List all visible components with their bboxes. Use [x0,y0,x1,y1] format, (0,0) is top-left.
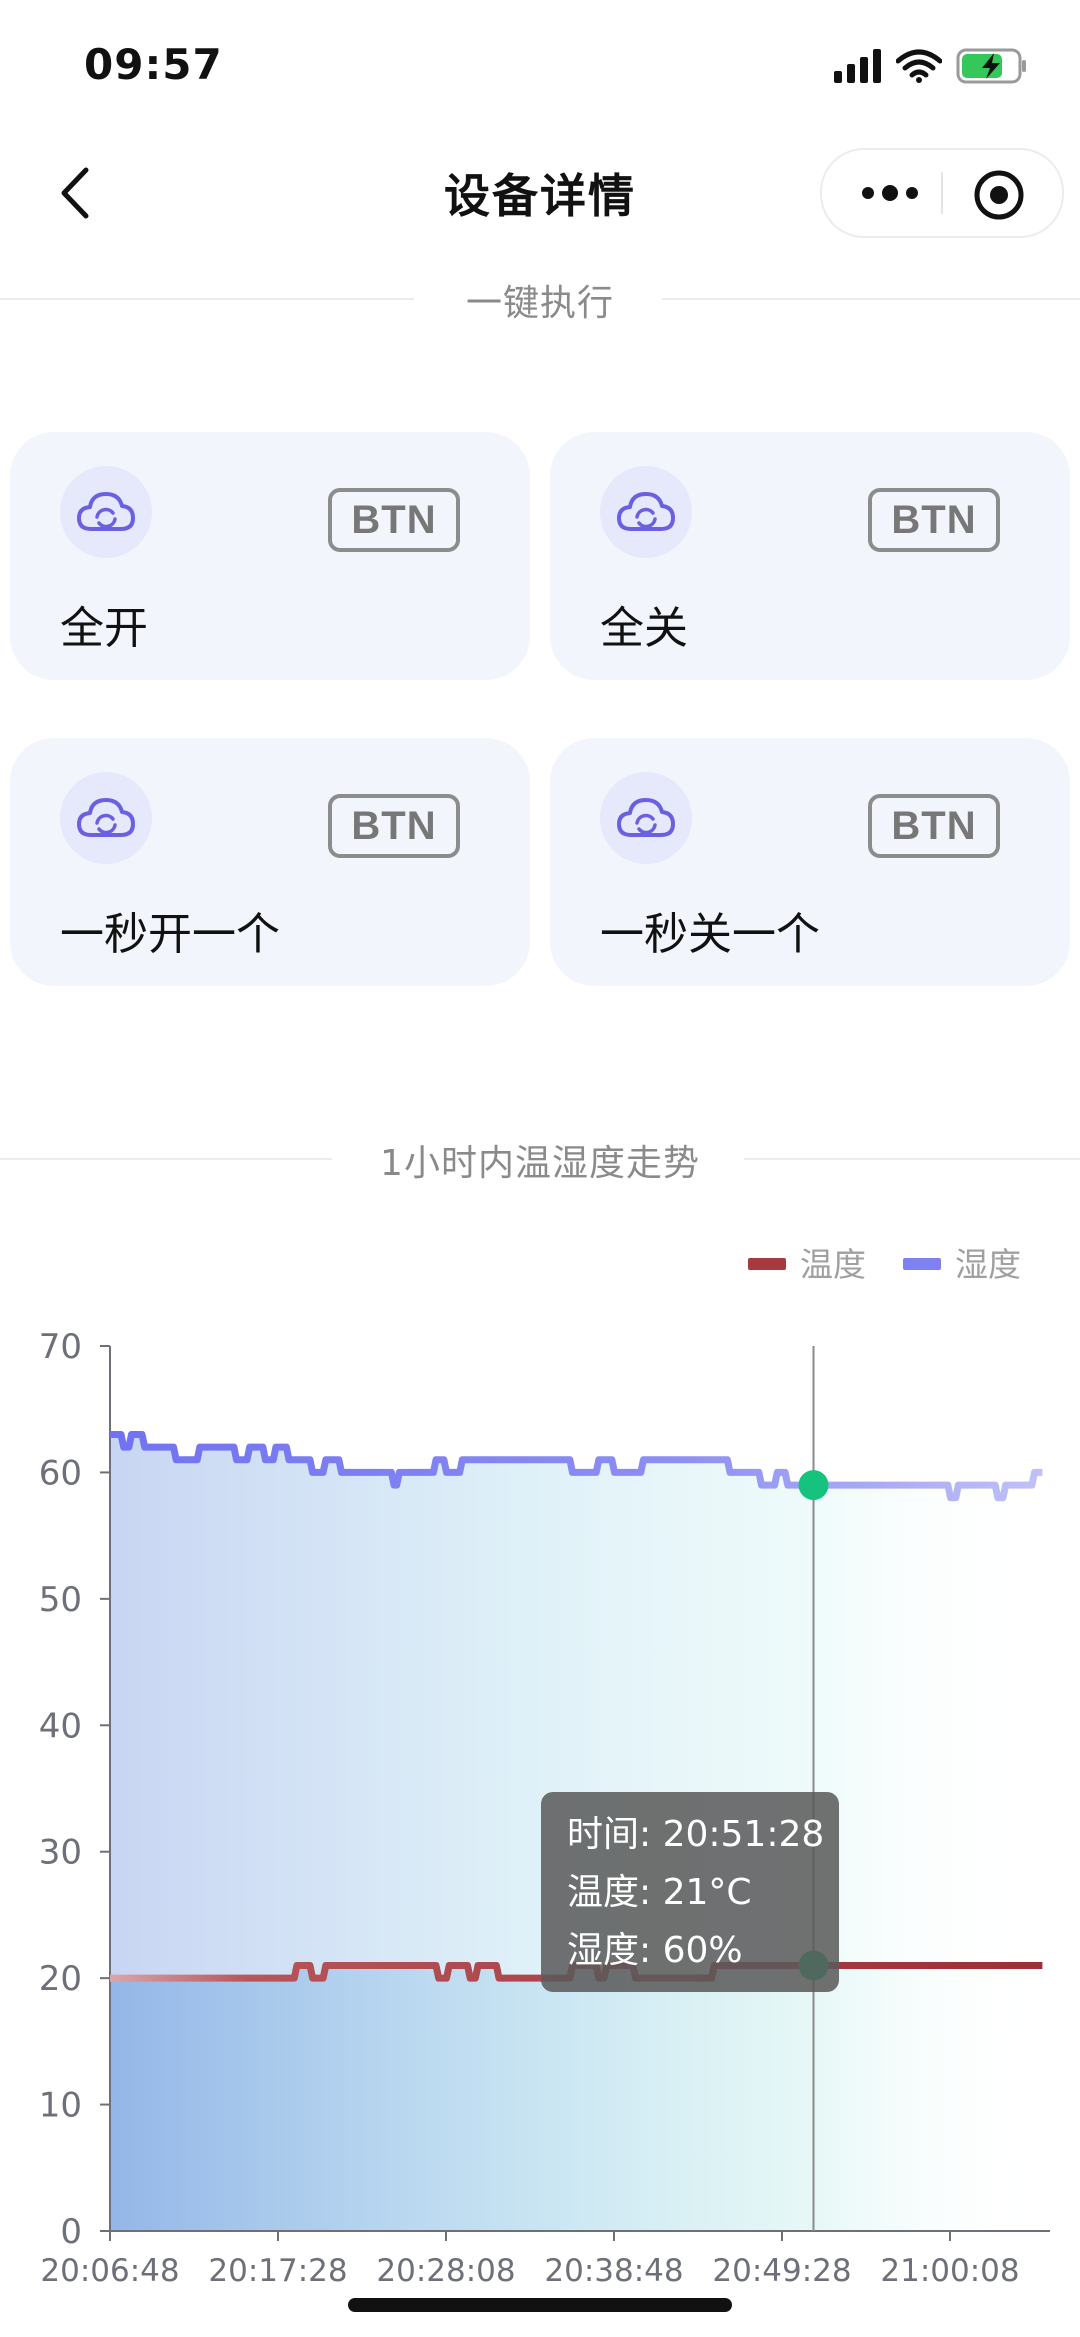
tooltip-time: 时间: 20:51:28 [567,1814,825,1855]
x-tick-label: 20:06:48 [40,2253,179,2289]
action-label: 全开 [60,603,148,654]
x-tick-label: 20:28:08 [376,2253,515,2289]
x-tick-label: 20:49:28 [712,2253,851,2289]
capsule-divider [941,172,943,214]
action-card-all-on[interactable]: BTN 全开 [10,432,530,680]
legend-label: 湿度 [955,1245,1021,1284]
section-quick-actions: 一键执行 [0,268,1080,328]
home-indicator [348,2298,732,2312]
y-tick-label: 40 [39,1706,82,1746]
action-card-sequential-on[interactable]: BTN 一秒开一个 [10,738,530,986]
action-card-sequential-off[interactable]: BTN 一秒关一个 [550,738,1070,986]
miniprogram-capsule [820,148,1064,238]
cellular-signal-icon [834,49,881,83]
temperature-area [110,1965,1043,2231]
legend-swatch [748,1258,786,1270]
cloud-sync-icon [600,772,692,864]
divider-line [662,298,1080,300]
navigation-bar: 设备详情 [0,130,1080,260]
chart-tooltip: 时间: 20:51:28 温度: 21°C 湿度: 60% [541,1792,839,1992]
y-tick-label: 60 [39,1453,82,1493]
section-trend: 1小时内温湿度走势 [0,1128,1080,1188]
y-tick-label: 0 [60,2212,82,2252]
y-tick-label: 20 [39,1959,82,1999]
btn-badge: BTN [328,794,460,858]
legend-swatch [903,1258,941,1270]
battery-charging-icon [956,48,1026,84]
status-icons [834,44,1028,88]
divider-line [744,1158,1080,1160]
tooltip-temperature: 温度: 21°C [567,1872,752,1913]
more-menu-button[interactable] [850,172,930,214]
y-tick-label: 70 [39,1327,82,1367]
action-label: 一秒关一个 [600,909,820,960]
y-tick-label: 10 [39,2086,82,2126]
y-tick-label: 50 [39,1580,82,1620]
action-label: 全关 [600,603,688,654]
humidity-highlight-point [798,1470,829,1501]
close-miniprogram-button[interactable] [972,168,1026,222]
wifi-icon [896,49,942,83]
tooltip-humidity: 湿度: 60% [567,1930,743,1971]
btn-badge: BTN [868,794,1000,858]
btn-badge: BTN [868,488,1000,552]
chart-legend: 温度 湿度 [748,1245,1021,1284]
section-label: 1小时内温湿度走势 [380,1143,700,1184]
cloud-sync-icon [60,466,152,558]
x-tick-label: 21:00:08 [880,2253,1019,2289]
action-card-all-off[interactable]: BTN 全关 [550,432,1070,680]
status-bar: 09:57 [0,0,1080,130]
x-tick-label: 20:17:28 [208,2253,347,2289]
action-label: 一秒开一个 [60,909,280,960]
more-dots-icon [862,185,918,201]
status-time: 09:57 [84,40,223,89]
temperature-humidity-chart[interactable]: 0 10 20 30 40 50 60 70 20:06:48 20:17:28 20:28:08 2… [0,1230,1080,2310]
x-tick-label: 20:38:48 [544,2253,683,2289]
legend-label: 温度 [800,1245,866,1284]
section-label: 一键执行 [465,283,614,324]
cloud-sync-icon [60,772,152,864]
y-tick-label: 30 [39,1833,82,1873]
cloud-sync-icon [600,466,692,558]
btn-badge: BTN [328,488,460,552]
